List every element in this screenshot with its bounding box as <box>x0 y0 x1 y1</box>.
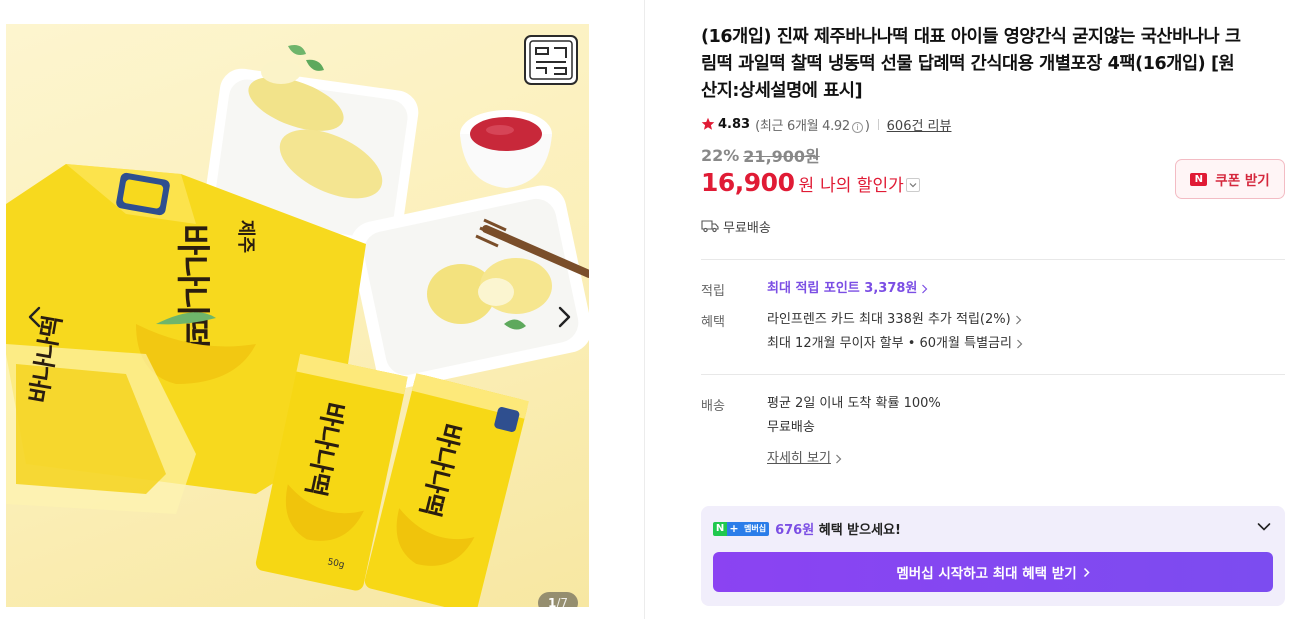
truck-icon <box>701 220 719 233</box>
package-brand-text: 바나나떡 <box>172 224 212 349</box>
benefit-card-link[interactable]: 라인프렌즈 카드 최대 338원 추가 적립(2%) <box>767 311 1023 328</box>
naver-n-icon: N <box>1190 172 1208 186</box>
star-icon <box>701 117 715 130</box>
rating-score: 4.83 <box>718 116 751 132</box>
image-counter-total: /7 <box>556 596 569 607</box>
product-image-gallery: 바나나떡 제주 바나나떡 바나나떡 50g 바나나떡 1 /7 <box>6 24 589 607</box>
membership-start-button[interactable]: 멤버십 시작하고 최대 혜택 받기 <box>713 552 1273 592</box>
gallery-prev-button[interactable] <box>20 302 50 332</box>
membership-summary: N + 멤버십 676원 혜택 받으세요! <box>713 519 901 538</box>
membership-button-label: 멤버십 시작하고 최대 혜택 받기 <box>896 566 1077 582</box>
chevron-right-icon <box>1017 339 1023 348</box>
rating-recent: (최근 6개월 4.92 i) <box>755 115 870 134</box>
points-link[interactable]: 최대 적립 포인트 3,378원 <box>767 280 928 297</box>
chevron-left-icon <box>28 306 41 328</box>
rating-row: 4.83 (최근 6개월 4.92 i) 606건 리뷰 <box>701 115 1285 134</box>
product-title: (16개입) 진짜 제주바나나떡 대표 아이들 영양간식 굳지않는 국산바나나 … <box>701 27 1241 101</box>
info-icon[interactable]: i <box>851 121 863 133</box>
sale-price: 16,900 <box>701 168 795 197</box>
benefit-line-2: 최대 12개월 무이자 할부 • 60개월 특별금리 <box>767 336 1012 351</box>
product-info-panel: (16개입) 진짜 제주바나나떡 대표 아이들 영양간식 굳지않는 국산바나나 … <box>701 24 1285 467</box>
chevron-right-icon <box>558 306 571 328</box>
product-photo: 바나나떡 제주 바나나떡 바나나떡 50g 바나나떡 <box>6 35 589 607</box>
my-price-label[interactable]: 나의 할인가 <box>820 171 904 196</box>
benefit-label: 혜택 <box>701 315 725 330</box>
coupon-button[interactable]: N 쿠폰 받기 <box>1175 159 1285 199</box>
plus-icon: + <box>727 521 741 536</box>
membership-suffix: 혜택 받으세요! <box>814 523 901 538</box>
image-counter-current: 1 <box>547 596 557 607</box>
benefit-row: 혜택 라인프렌즈 카드 최대 338원 추가 적립(2%) 최대 12개월 무이… <box>701 311 1285 352</box>
delivery-line-2: 무료배송 <box>767 420 815 435</box>
vertical-divider <box>644 0 645 619</box>
shipping-summary: 무료배송 <box>701 217 1285 236</box>
naver-plus-badge: N + 멤버십 <box>713 521 770 536</box>
points-row: 적립 최대 적립 포인트 3,378원 <box>701 280 1285 299</box>
review-count-link[interactable]: 606건 리뷰 <box>887 115 952 134</box>
chevron-down-icon[interactable] <box>1257 522 1271 532</box>
delivery-label: 배송 <box>701 399 725 414</box>
discount-rate: 22% <box>701 145 740 165</box>
section-divider <box>701 374 1285 375</box>
delivery-line-1: 평균 2일 이내 도착 확률 100% <box>767 396 941 411</box>
points-label: 적립 <box>701 284 725 299</box>
rating-recent-text: (최근 6개월 4.92 <box>755 118 850 134</box>
package-sub-text: 제주 <box>235 220 256 253</box>
original-price: 21,900원 <box>743 147 820 166</box>
shipping-summary-text: 무료배송 <box>723 220 771 236</box>
rating-recent-close: ) <box>864 118 870 134</box>
membership-badge-text: 멤버십 <box>741 521 770 536</box>
gallery-next-button[interactable] <box>549 302 579 332</box>
chevron-right-icon <box>1083 567 1090 577</box>
delivery-detail-text: 자세히 보기 <box>767 451 831 466</box>
section-divider <box>701 259 1285 260</box>
my-price-toggle[interactable] <box>905 178 920 192</box>
image-counter: 1/7 <box>538 592 578 607</box>
delivery-row: 배송 평균 2일 이내 도착 확률 100% 무료배송 자세히 보기 <box>701 395 1285 467</box>
chevron-right-icon <box>1015 315 1022 324</box>
membership-amount: 676원 <box>775 523 815 538</box>
separator <box>877 118 879 130</box>
naver-n-icon: N <box>713 521 727 536</box>
benefit-installment-link[interactable]: 최대 12개월 무이자 할부 • 60개월 특별금리 <box>767 335 1023 352</box>
chevron-down-icon <box>909 183 917 188</box>
currency-unit: 원 <box>798 176 815 196</box>
delivery-detail-link[interactable]: 자세히 보기 <box>767 450 941 467</box>
membership-card: N + 멤버십 676원 혜택 받으세요! 멤버십 시작하고 최대 혜택 받기 <box>701 506 1285 606</box>
chevron-right-icon <box>922 284 928 293</box>
benefit-line-1: 라인프렌즈 카드 최대 338원 추가 적립(2%) <box>767 312 1011 327</box>
chevron-right-icon <box>836 454 842 463</box>
points-text: 최대 적립 포인트 3,378원 <box>767 281 918 296</box>
coupon-button-label: 쿠폰 받기 <box>1215 173 1270 189</box>
